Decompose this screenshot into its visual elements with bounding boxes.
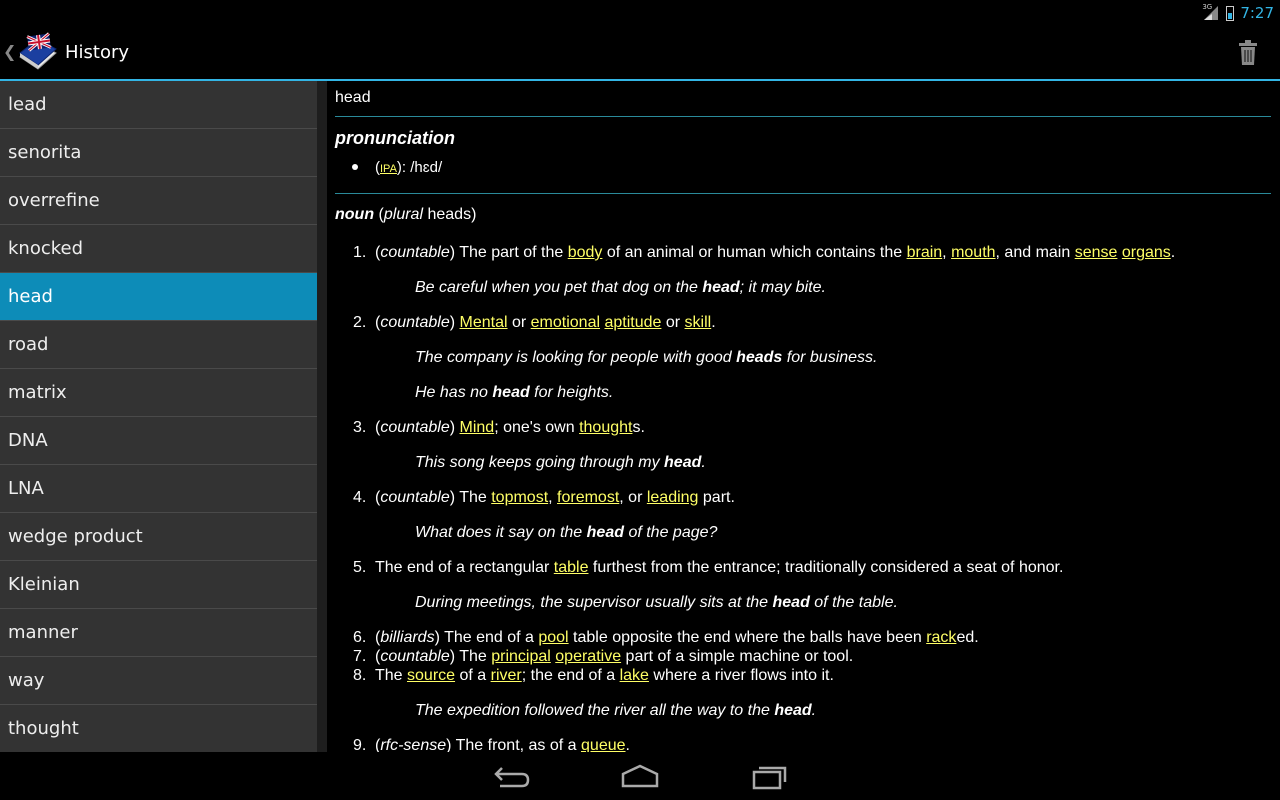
word-link[interactable]: body (568, 244, 603, 261)
status-icons: 3G 7:27 (1202, 3, 1274, 23)
definition-text: (countable) Mental or emotional aptitude… (375, 314, 716, 331)
definition-text: (rfc-sense) The front, as of a queue. (375, 737, 630, 752)
example-sentence: The company is looking for people with g… (415, 349, 878, 366)
word-link[interactable]: operative (555, 648, 621, 665)
word-link[interactable]: queue (581, 737, 626, 752)
definition-pane[interactable]: head pronunciation (IPA): /hɛd/ noun (pl… (327, 81, 1280, 752)
pronunciation-heading: pronunciation (335, 128, 455, 148)
example-sentence: What does it say on the head of the page… (415, 524, 718, 541)
word-link[interactable]: Mental (460, 314, 508, 331)
definition-number: 1. (353, 244, 367, 261)
ipa-value: : /hɛd/ (401, 159, 443, 176)
definition-text: (countable) The part of the body of an a… (375, 244, 1176, 261)
definition-number: 7. (353, 648, 367, 665)
history-item[interactable]: way (0, 657, 317, 705)
definition-text: (countable) The topmost, foremost, or le… (375, 489, 735, 506)
word-link[interactable]: aptitude (604, 314, 661, 331)
up-caret-icon[interactable]: ❮ (3, 42, 16, 61)
definition-item: 6. (billiards) The end of a pool table op… (353, 629, 979, 647)
history-item[interactable]: lead (0, 81, 317, 129)
word-link[interactable]: mouth (951, 244, 995, 261)
history-list[interactable]: lead senorita overrefine knocked head road mat… (0, 81, 317, 752)
definition-number: 5. (353, 559, 367, 576)
divider (335, 116, 1271, 117)
word-link[interactable]: topmost (491, 489, 548, 506)
history-item[interactable]: DNA (0, 417, 317, 465)
pronunciation-line: (IPA): /hɛd/ (352, 159, 443, 176)
word-link[interactable]: thought (579, 419, 632, 436)
action-bar: ❮ History (0, 25, 1280, 81)
back-icon[interactable] (492, 762, 532, 790)
word-link[interactable]: skill (685, 314, 712, 331)
word-link[interactable]: rack (926, 629, 956, 646)
definition-item: 4. (countable) The topmost, foremost, or … (353, 489, 735, 507)
word-link[interactable]: Mind (460, 419, 495, 436)
network-type: 3G (1202, 3, 1213, 11)
definition-number: 8. (353, 667, 367, 684)
word-link[interactable]: leading (647, 489, 699, 506)
definition-item: 2. (countable) Mental or emotional aptitu… (353, 314, 716, 332)
signal-icon: 3G (1202, 3, 1220, 21)
trash-icon[interactable] (1236, 40, 1260, 66)
definition-text: The end of a rectangular table furthest … (375, 559, 1064, 576)
definition-item: 5. The end of a rectangular table furthes… (353, 559, 1063, 577)
history-item[interactable]: knocked (0, 225, 317, 273)
history-item[interactable]: overrefine (0, 177, 317, 225)
definition-number: 4. (353, 489, 367, 506)
definition-item: 1. (countable) The part of the body of an… (353, 244, 1175, 262)
word-link[interactable]: lake (620, 667, 649, 684)
history-item[interactable]: matrix (0, 369, 317, 417)
definition-text: The source of a river; the end of a lake… (375, 667, 834, 684)
part-of-speech: noun (plural heads) (335, 206, 477, 223)
ipa-link[interactable]: IPA (380, 163, 397, 175)
example-sentence: The expedition followed the river all th… (415, 702, 817, 719)
word-link[interactable]: emotional (531, 314, 600, 331)
example-sentence: During meetings, the supervisor usually … (415, 594, 898, 611)
bullet-icon (352, 164, 358, 170)
definition-item: 3. (countable) Mind; one's own thoughts. (353, 419, 645, 437)
definition-item: 8. The source of a river; the end of a la… (353, 667, 834, 685)
battery-icon (1226, 5, 1235, 21)
history-item[interactable]: road (0, 321, 317, 369)
definition-number: 3. (353, 419, 367, 436)
word-link[interactable]: brain (907, 244, 943, 261)
page-title: History (65, 42, 130, 63)
example-sentence: He has no head for heights. (415, 384, 614, 401)
recent-apps-icon[interactable] (748, 762, 788, 790)
history-item[interactable]: senorita (0, 129, 317, 177)
word-link[interactable]: pool (538, 629, 568, 646)
definition-text: (countable) The principal operative part… (375, 648, 854, 665)
entry-word: head (335, 89, 371, 106)
example-sentence: Be careful when you pet that dog on the … (415, 279, 826, 296)
status-bar: 3G 7:27 (0, 0, 1280, 25)
word-link[interactable]: principal (491, 648, 551, 665)
word-link[interactable]: sense (1075, 244, 1118, 261)
dictionary-app-icon[interactable] (16, 31, 58, 73)
definition-number: 2. (353, 314, 367, 331)
definition-item: 7. (countable) The principal operative pa… (353, 648, 853, 666)
word-link[interactable]: organs (1122, 244, 1171, 261)
divider (335, 193, 1271, 194)
word-link[interactable]: foremost (557, 489, 619, 506)
history-item[interactable]: wedge product (0, 513, 317, 561)
history-item[interactable]: LNA (0, 465, 317, 513)
definition-number: 6. (353, 629, 367, 646)
history-item[interactable]: Kleinian (0, 561, 317, 609)
word-link[interactable]: table (554, 559, 589, 576)
history-item[interactable]: thought (0, 705, 317, 752)
word-link[interactable]: river (491, 667, 522, 684)
clock: 7:27 (1240, 4, 1274, 22)
history-item[interactable]: head (0, 273, 317, 321)
definition-number: 9. (353, 737, 367, 752)
definition-item: 9. (rfc-sense) The front, as of a queue. (353, 737, 630, 752)
pane-divider (317, 81, 327, 752)
example-sentence: This song keeps going through my head. (415, 454, 706, 471)
navigation-bar (0, 752, 1280, 800)
home-icon[interactable] (620, 762, 660, 790)
definition-text: (billiards) The end of a pool table oppo… (375, 629, 979, 646)
word-link[interactable]: source (407, 667, 455, 684)
history-item[interactable]: manner (0, 609, 317, 657)
definition-text: (countable) Mind; one's own thoughts. (375, 419, 645, 436)
